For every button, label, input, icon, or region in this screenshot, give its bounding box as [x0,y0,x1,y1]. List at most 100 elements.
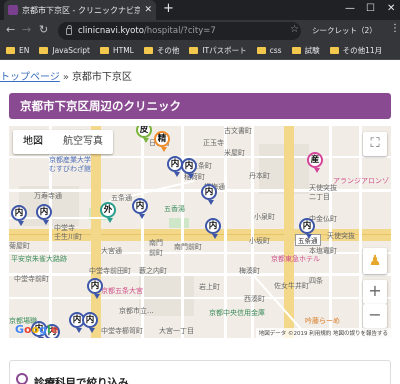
clinic-marker[interactable]: 内 [205,218,221,239]
clinic-marker[interactable]: 内 [36,204,52,225]
lock-icon [66,24,72,35]
map-label: 京都市立... [119,307,154,315]
incognito-label[interactable]: シークレット（2） [312,25,377,36]
bookmark-folder[interactable]: その他 [143,45,179,56]
map-label: 南門 [149,239,163,247]
map-label: 古文書町 [224,127,252,135]
tab-title: 京都市下京区 - クリニックナビ京都 [22,5,141,15]
folder-icon [256,47,266,54]
breadcrumb-separator: » [62,72,69,83]
map-label: 大宮通 [101,247,122,255]
map-label: 前町 [149,249,163,257]
maximize-icon[interactable]: ☐ [366,3,375,14]
minimize-icon[interactable]: — [345,3,355,14]
browser-tab[interactable]: 京都市下京区 - クリニックナビ京都 ✕ [4,0,156,20]
bookmark-folder[interactable]: その他11月 [329,45,382,56]
clinic-marker[interactable]: 内 [201,184,217,205]
map-label: 本塩竈町 [309,247,337,255]
map-label: 南門前町 [174,243,202,251]
clinic-map[interactable]: 地図 航空写真 ⛶ ♟ + − 古文書町 上五条町 米屋町 京都産業大学 むすび… [9,126,391,338]
map-label: 丹本町 [249,172,270,180]
folder-icon [6,47,15,54]
map-type-satellite[interactable]: 航空写真 [53,130,113,154]
browser-toolbar: ← → ↻ clinicnavi.kyoto/hospital/?city=7 … [0,20,400,42]
map-label: 大宮一丁目 [159,327,194,335]
map-attribution[interactable]: 地図データ ©2019 利用規約 地図の誤りを報告する [255,328,391,338]
bookmarks-bar: EN JavaScript HTML その他 ITパスポート css 試験 その… [0,42,400,60]
new-tab-icon[interactable]: + [163,2,174,16]
fullscreen-icon[interactable]: ⛶ [363,132,387,156]
back-arrow-icon[interactable]: ← [6,23,15,36]
map-label: 万寿寺通 [34,192,62,200]
breadcrumb: トップページ» 京都市下京区 [0,68,132,83]
bookmark-folder[interactable]: JavaScript [39,46,90,55]
bookmark-folder[interactable]: HTML [99,46,134,55]
clinic-marker[interactable]: 内 [11,205,27,226]
map-label: 天使突抜 二丁目 [309,184,337,201]
folder-icon [39,47,49,54]
map-label: 藪之内町 [139,267,167,275]
map-label: 梅湊町 [239,267,260,275]
reload-icon[interactable]: ↻ [39,23,48,36]
clinic-marker[interactable]: 内 [87,278,103,299]
map-label: 中堂寺 壬生川町 [54,224,82,241]
window-close-icon[interactable]: ✕ [387,3,395,14]
address-bar[interactable]: clinicnavi.kyoto/hospital/?city=7 [58,22,301,40]
google-logo: Google [15,323,59,336]
map-label: 天使突抜 [327,232,355,240]
clinic-marker[interactable]: 精 [154,131,170,152]
bookmark-folder[interactable]: ITパスポート [189,45,247,56]
map-label: 京都五条大宮 [101,287,143,295]
stethoscope-icon [16,373,28,384]
page-title: 京都市下京区周辺のクリニック [9,93,391,119]
clinic-marker[interactable]: 内 [181,158,197,179]
kebab-menu-icon[interactable]: ⋮ [390,23,400,34]
bookmark-folder[interactable]: 試験 [291,45,320,56]
bookmark-folder[interactable]: css [256,46,282,55]
map-label: 四条 [309,277,323,285]
zoom-out-button[interactable]: − [363,304,387,328]
bookmark-folder[interactable]: EN [6,46,29,55]
map-label: アランジアロンゾ [333,177,389,185]
filter-card[interactable]: 診療科目で絞り込み [9,360,391,384]
map-label: 佐女牛井町 [274,282,309,290]
map-label: 平安京朱雀大路跡 [11,255,67,263]
map-type-map[interactable]: 地図 [13,130,53,154]
map-label: 五香湯 [164,205,185,213]
clinic-marker[interactable]: 内 [299,218,315,239]
clinic-marker[interactable]: 産 [307,152,323,173]
bookmark-star-icon[interactable]: ☆ [290,24,299,35]
forward-arrow-icon[interactable]: → [22,23,31,36]
map-label: 中堂寺前町 [14,275,49,283]
map-label: 中堂寺櫛笥町 [101,327,143,335]
folder-icon [189,47,199,54]
tab-close-icon[interactable]: ✕ [144,5,152,15]
clinic-marker[interactable]: 内 [132,198,148,219]
pegman-icon[interactable]: ♟ [363,248,387,274]
site-favicon-icon [8,5,18,15]
map-label: 正玉寺 [203,139,224,147]
folder-icon [291,47,301,54]
map-type-toggle: 地図 航空写真 [13,130,113,154]
map-label: 米屋町 [224,149,245,157]
browser-tab-bar: 京都市下京区 - クリニックナビ京都 ✕ + — ☐ ✕ [0,0,400,20]
folder-icon [329,47,339,54]
web-page: トップページ» 京都市下京区 京都市下京区周辺のクリニック 地図 航空写真 ⛶ … [0,60,400,384]
filter-card-title: 診療科目で絞り込み [34,377,129,384]
map-label: 吟藤らーめ [305,317,340,325]
map-label: 京都中央信用金庫 [209,309,265,317]
breadcrumb-home-link[interactable]: トップページ [0,72,60,83]
map-label: 京都産業大学 むすびわざ館 [49,156,91,173]
map-label: 菊屋町 [9,242,30,250]
map-label: 中堂寺前田町 [89,267,131,275]
zoom-in-button[interactable]: + [363,280,387,304]
map-label: 小坂町 [249,237,270,245]
folder-icon [99,47,109,54]
url-path: /hospital/?city=7 [143,26,216,36]
map-label: 西湊町 [244,295,265,303]
clinic-marker[interactable]: 内 [82,312,98,333]
url-host: clinicnavi.kyoto [78,26,144,36]
map-label: 小泉町 [254,213,275,221]
clinic-marker[interactable]: 外 [100,202,116,223]
folder-icon [143,47,153,54]
